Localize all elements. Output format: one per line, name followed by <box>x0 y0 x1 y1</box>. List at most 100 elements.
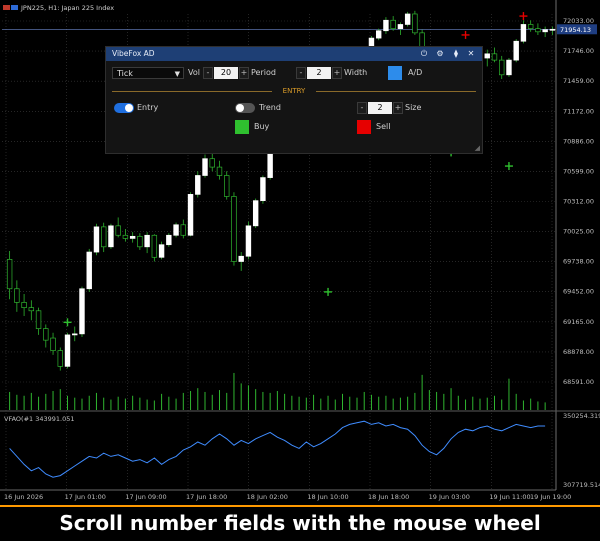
candle-body <box>43 328 49 341</box>
ad-color-swatch[interactable] <box>388 66 402 80</box>
buy-label: Buy <box>254 122 270 131</box>
price-tick-label: 68591.00 <box>563 378 594 386</box>
symbol-title: JPN225, H1: Japan 225 Index <box>20 4 114 12</box>
candle-body <box>245 225 252 257</box>
period-increment-button[interactable]: + <box>332 67 342 79</box>
candle-body <box>252 200 259 227</box>
candle-body <box>499 59 505 76</box>
candle-body <box>375 30 382 39</box>
price-tick-label: 69165.00 <box>563 318 594 326</box>
candle-body <box>129 235 136 239</box>
candle-body <box>484 53 490 59</box>
price-tick-label: 70886.00 <box>563 137 594 145</box>
chart-type-icon <box>11 5 18 10</box>
time-tick-label: 19 Jun 03:00 <box>429 493 470 501</box>
vol-label: Vol <box>188 68 200 77</box>
candle-body <box>79 288 85 335</box>
price-tick-label: 69738.00 <box>563 258 594 266</box>
candle-body <box>231 196 237 262</box>
size-label: Size <box>405 103 422 112</box>
candle-body <box>137 235 143 248</box>
price-tick-label: 71172.00 <box>563 107 594 115</box>
vol-increment-button[interactable]: + <box>239 67 249 79</box>
entry-toggle[interactable] <box>114 103 134 113</box>
candle-body <box>86 251 92 290</box>
candle-body <box>260 177 266 202</box>
candle-body <box>549 28 556 31</box>
chevron-down-icon: ▼ <box>174 70 180 78</box>
power-icon[interactable]: ⏻ <box>418 48 430 60</box>
candle-body <box>14 288 20 303</box>
price-tick-label: 71459.00 <box>563 77 594 85</box>
period-input[interactable]: 2 <box>307 67 331 79</box>
trend-toggle-knob <box>236 104 244 112</box>
vol-input[interactable]: 20 <box>214 67 238 79</box>
entry-toggle-knob <box>125 104 133 112</box>
candle-body <box>57 350 63 367</box>
candle-body <box>390 19 396 30</box>
current-price-label: 71954.13 <box>560 26 591 34</box>
candle-body <box>397 24 404 30</box>
time-tick-label: 19 Jun 11:00 <box>489 493 530 501</box>
time-tick-label: 18 Jun 02:00 <box>247 493 288 501</box>
vibefox-ad-panel[interactable]: VibeFox AD ⏻ ⚙ ⧫ ✕ Tick ▼ Vol - 20 + Per… <box>105 46 483 154</box>
candle-body <box>491 53 498 61</box>
candle-body <box>166 234 172 246</box>
buy-color-swatch[interactable] <box>235 120 249 134</box>
gear-icon[interactable]: ⚙ <box>434 48 446 60</box>
section-title-entry: ENTRY <box>282 87 306 95</box>
candle-body <box>542 29 548 33</box>
section-divider-left <box>112 91 272 92</box>
candle-body <box>535 28 541 33</box>
period-decrement-button[interactable]: - <box>296 67 306 79</box>
vol-decrement-button[interactable]: - <box>203 67 213 79</box>
section-divider-right <box>316 91 476 92</box>
candle-body <box>238 255 244 262</box>
entry-label: Entry <box>137 103 159 112</box>
size-increment-button[interactable]: + <box>393 102 403 114</box>
time-tick-label: 18 Jun 18:00 <box>368 493 409 501</box>
trend-label: Trend <box>259 103 281 112</box>
size-decrement-button[interactable]: - <box>357 102 367 114</box>
panel-titlebar[interactable]: VibeFox AD ⏻ ⚙ ⧫ ✕ <box>106 47 482 61</box>
candle-body <box>64 334 71 367</box>
time-tick-label: 17 Jun 09:00 <box>125 493 166 501</box>
candle-body <box>6 259 13 290</box>
time-tick-label: 17 Jun 18:00 <box>186 493 227 501</box>
size-input[interactable]: 2 <box>368 102 392 114</box>
candle-body <box>412 13 418 34</box>
price-tick-label: 71746.00 <box>563 47 594 55</box>
candle-body <box>50 337 56 351</box>
trend-toggle[interactable] <box>235 103 255 113</box>
candle-body <box>180 224 187 236</box>
close-icon[interactable]: ✕ <box>465 48 477 60</box>
candle-body <box>187 194 194 236</box>
caption-banner: Scroll number fields with the mouse whee… <box>0 505 600 541</box>
time-tick-label: 17 Jun 01:00 <box>65 493 106 501</box>
period-label: Period <box>251 68 276 77</box>
mode-dropdown[interactable]: Tick ▼ <box>112 67 184 79</box>
candle-body <box>108 225 114 248</box>
candle-body <box>100 226 107 248</box>
price-tick-label: 70599.00 <box>563 167 594 175</box>
price-tick-label: 72033.00 <box>563 17 594 25</box>
time-tick-label: 18 Jun 10:00 <box>307 493 348 501</box>
candle-body <box>93 226 100 253</box>
candle-body <box>513 40 519 61</box>
price-tick-label: 69452.00 <box>563 288 594 296</box>
candle-body <box>520 24 527 42</box>
resize-grip-icon[interactable]: ◢ <box>475 144 480 152</box>
candle-body <box>72 333 78 336</box>
pin-icon[interactable]: ⧫ <box>450 48 462 60</box>
candle-body <box>158 244 165 258</box>
width-label: Width <box>344 68 368 77</box>
candle-body <box>21 302 27 308</box>
ad-label: A/D <box>408 68 423 77</box>
indicator-max-label: 350254.319 <box>563 412 600 420</box>
sell-color-swatch[interactable] <box>357 120 371 134</box>
chart-flag-icon <box>3 5 10 10</box>
price-tick-label: 70312.00 <box>563 198 594 206</box>
candle-body <box>122 234 129 239</box>
candle-body <box>151 234 158 258</box>
candle-body <box>527 24 534 30</box>
